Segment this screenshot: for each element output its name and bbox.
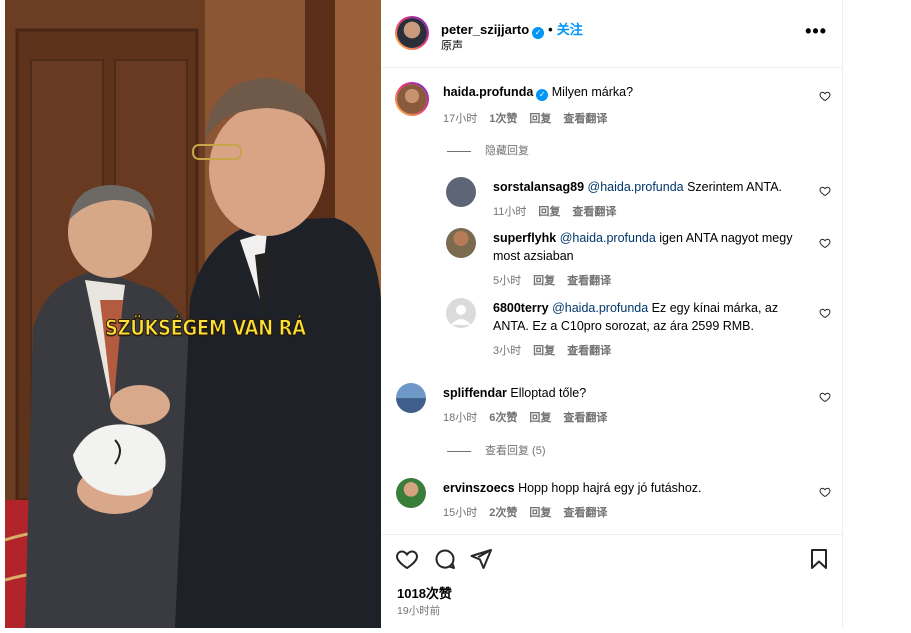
- translate-button[interactable]: 查看翻译: [563, 507, 607, 519]
- post-side-panel: peter_szijjarto ✓ • 关注 原声 ••• haida.profund…: [381, 0, 843, 628]
- default-avatar-icon[interactable]: [446, 298, 476, 328]
- reply-meta: 3小时 回复 查看翻译: [493, 342, 623, 358]
- reply-time[interactable]: 5小时: [493, 275, 521, 287]
- reply-button[interactable]: 回复: [529, 412, 551, 424]
- heart-icon[interactable]: [819, 391, 831, 403]
- heart-icon[interactable]: [819, 185, 831, 197]
- comment-meta: 17小时 1次赞 回复 查看翻译: [443, 110, 619, 126]
- instagram-post-view: SZÜKSÉGEM VAN RÁ peter_szijjarto ✓ • 关注 原声 …: [0, 0, 911, 633]
- commenter-avatar[interactable]: [396, 478, 426, 508]
- reply-button[interactable]: 回复: [533, 345, 555, 357]
- author-username[interactable]: peter_szijjarto: [441, 22, 529, 37]
- comment-icon[interactable]: [433, 547, 457, 571]
- comment-text: spliffendar Elloptad tőle?: [443, 384, 586, 402]
- heart-icon[interactable]: [819, 307, 831, 319]
- hide-replies-label: 隐藏回复: [485, 145, 529, 157]
- author-avatar[interactable]: [395, 16, 429, 50]
- translate-button[interactable]: 查看翻译: [572, 206, 616, 218]
- reply-time[interactable]: 11小时: [493, 206, 526, 218]
- hide-replies-toggle[interactable]: 隐藏回复: [447, 142, 529, 158]
- verified-badge-icon: ✓: [536, 89, 549, 101]
- reply-time[interactable]: 3小时: [493, 345, 521, 357]
- reply-mention[interactable]: @haida.profunda: [588, 180, 684, 194]
- reply-meta: 11小时 回复 查看翻译: [493, 203, 628, 219]
- reply-avatar[interactable]: [446, 177, 476, 207]
- comment-username[interactable]: haida.profunda: [443, 85, 533, 99]
- reply-meta: 5小时 回复 查看翻译: [493, 272, 623, 288]
- commenter-avatar[interactable]: [396, 383, 426, 413]
- author-line: peter_szijjarto ✓ • 关注: [441, 19, 583, 39]
- comment-time[interactable]: 17小时: [443, 113, 477, 125]
- view-replies-toggle[interactable]: 查看回复 (5): [447, 442, 546, 458]
- comment-text: haida.profunda ✓ Milyen márka?: [443, 83, 633, 101]
- comment-text: ervinszoecs Hopp hopp hajrá egy jó futás…: [443, 479, 702, 497]
- reply-mention[interactable]: @haida.profunda: [560, 231, 656, 245]
- reply-button[interactable]: 回复: [538, 206, 560, 218]
- reply-text: 6800terry @haida.profunda Ez egy kínai m…: [493, 299, 803, 335]
- verified-badge-icon: ✓: [532, 27, 545, 39]
- heart-icon[interactable]: [819, 237, 831, 249]
- comment-likes[interactable]: 2次赞: [489, 507, 517, 519]
- comment-body: Elloptad tőle?: [510, 386, 587, 400]
- reply-text: superflyhk @haida.profunda igen ANTA nag…: [493, 229, 793, 265]
- video-frame: [5, 0, 381, 628]
- heart-icon[interactable]: [395, 547, 419, 571]
- reply-button[interactable]: 回复: [533, 275, 555, 287]
- reply-text: sorstalansag89 @haida.profunda Szerintem…: [493, 178, 813, 196]
- reply-button[interactable]: 回复: [529, 113, 551, 125]
- heart-icon[interactable]: [819, 90, 831, 102]
- comment-username[interactable]: spliffendar: [443, 386, 507, 400]
- follow-button[interactable]: 关注: [557, 22, 583, 37]
- reply-username[interactable]: superflyhk: [493, 231, 556, 245]
- heart-icon[interactable]: [819, 486, 831, 498]
- send-icon[interactable]: [469, 547, 493, 571]
- likes-count[interactable]: 1018次赞: [397, 583, 452, 602]
- translate-button[interactable]: 查看翻译: [563, 113, 607, 125]
- comment-meta: 18小时 6次赞 回复 查看翻译: [443, 409, 619, 425]
- more-options-icon[interactable]: •••: [805, 22, 827, 40]
- comment-time[interactable]: 15小时: [443, 507, 477, 519]
- video-caption: SZÜKSÉGEM VAN RÁ: [105, 316, 307, 341]
- comments-list: haida.profunda ✓ Milyen márka? 17小时 1次赞 回复查…: [381, 69, 843, 534]
- reply-avatar[interactable]: [446, 228, 476, 258]
- audio-label[interactable]: 原声: [441, 37, 463, 53]
- comment-time[interactable]: 18小时: [443, 412, 477, 424]
- translate-button[interactable]: 查看翻译: [563, 412, 607, 424]
- post-actions: 1018次赞 19小时前: [381, 534, 843, 628]
- comment-likes[interactable]: 1次赞: [489, 113, 517, 125]
- translate-button[interactable]: 查看翻译: [567, 345, 611, 357]
- translate-button[interactable]: 查看翻译: [567, 275, 611, 287]
- comment-username[interactable]: ervinszoecs: [443, 481, 515, 495]
- post-video[interactable]: SZÜKSÉGEM VAN RÁ: [5, 0, 381, 628]
- reply-body: Szerintem ANTA.: [687, 180, 783, 194]
- reply-button[interactable]: 回复: [529, 507, 551, 519]
- comment-meta: 15小时 2次赞 回复 查看翻译: [443, 504, 619, 520]
- commenter-avatar[interactable]: [395, 82, 429, 116]
- view-replies-label: 查看回复 (5): [485, 445, 546, 457]
- reply-username[interactable]: sorstalansag89: [493, 180, 584, 194]
- post-header: peter_szijjarto ✓ • 关注 原声 •••: [381, 0, 843, 68]
- reply-mention[interactable]: @haida.profunda: [552, 301, 648, 315]
- post-time[interactable]: 19小时前: [397, 603, 440, 618]
- reply-username[interactable]: 6800terry: [493, 301, 549, 315]
- comment-likes[interactable]: 6次赞: [489, 412, 517, 424]
- bookmark-icon[interactable]: [807, 547, 831, 571]
- separator-dot: •: [548, 22, 553, 37]
- comment-body: Milyen márka?: [551, 85, 634, 99]
- comment-body: Hopp hopp hajrá egy jó futáshoz.: [518, 481, 702, 495]
